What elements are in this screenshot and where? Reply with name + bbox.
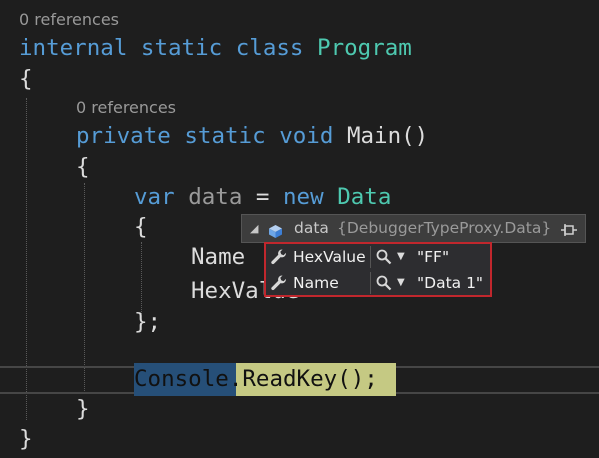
keyword-private: private — [76, 123, 171, 149]
keyword-var: var — [134, 184, 175, 210]
method-declaration-line[interactable]: private static void Main() — [76, 121, 428, 151]
keyword-static: static — [140, 35, 223, 61]
pin-icon[interactable] — [560, 220, 578, 236]
magnifier-icon[interactable] — [375, 274, 393, 292]
column-divider — [370, 272, 371, 294]
visualizer-dropdown-icon[interactable]: ▼ — [397, 244, 405, 270]
member-name: Name — [293, 274, 339, 292]
method-open-brace[interactable]: { — [76, 152, 90, 182]
member-value[interactable]: "FF" — [417, 244, 449, 270]
method-references-lens[interactable]: 0 references — [76, 98, 176, 118]
datatip-member-row[interactable]: HexValue ▼ "FF" — [266, 244, 490, 270]
class-name: Program — [317, 35, 412, 61]
indent-guide — [84, 183, 85, 393]
method-call-readkey: .ReadKey(); — [228, 366, 378, 392]
collapse-triangle-icon[interactable]: ◢ — [250, 215, 258, 242]
class-open-brace[interactable]: { — [19, 64, 33, 94]
object-icon — [268, 221, 283, 238]
class-references-lens[interactable]: 0 references — [19, 10, 119, 30]
assignment-operator: = — [255, 184, 270, 210]
method-signature: Main() — [346, 123, 429, 149]
initializer-open-brace[interactable]: { — [134, 212, 148, 242]
keyword-internal: internal — [19, 35, 128, 61]
keyword-new: new — [283, 184, 324, 210]
class-close-brace[interactable]: } — [19, 424, 33, 454]
column-divider — [370, 246, 371, 268]
keyword-void: void — [279, 123, 334, 149]
initializer-name-line[interactable]: Name — [191, 242, 245, 272]
datatip-variable-name: data — [294, 219, 329, 237]
method-close-brace[interactable]: } — [76, 394, 90, 424]
code-editor[interactable]: 0 references 0 references internal stati… — [0, 0, 599, 458]
magnifier-icon[interactable] — [375, 248, 393, 266]
datatip-header[interactable]: ◢ data {DebuggerTypeProxy.Data} — [241, 214, 586, 243]
variable-declaration-line[interactable]: var data = new Data — [134, 182, 391, 212]
datatip-variable-value[interactable]: {DebuggerTypeProxy.Data} — [337, 215, 551, 242]
datatip-members-panel[interactable]: HexValue ▼ "FF" Name ▼ "Data 1" — [264, 242, 492, 297]
type-data: Data — [337, 184, 392, 210]
local-variable-data[interactable]: data — [188, 184, 242, 210]
keyword-static: static — [184, 123, 266, 149]
current-statement-line[interactable]: Console.ReadKey(); — [134, 364, 378, 394]
class-declaration-line[interactable]: internal static class Program — [19, 33, 412, 63]
keyword-class: class — [235, 35, 304, 61]
datatip-member-row[interactable]: Name ▼ "Data 1" — [266, 270, 490, 296]
member-name: HexValue — [293, 248, 366, 266]
wrench-icon — [270, 248, 288, 266]
initializer-close[interactable]: }; — [134, 307, 161, 337]
indent-guide — [141, 242, 142, 314]
visualizer-dropdown-icon[interactable]: ▼ — [397, 270, 405, 296]
member-value[interactable]: "Data 1" — [417, 270, 483, 296]
type-console: Console — [134, 366, 229, 392]
property-name: Name — [191, 244, 246, 270]
wrench-icon — [270, 274, 288, 292]
